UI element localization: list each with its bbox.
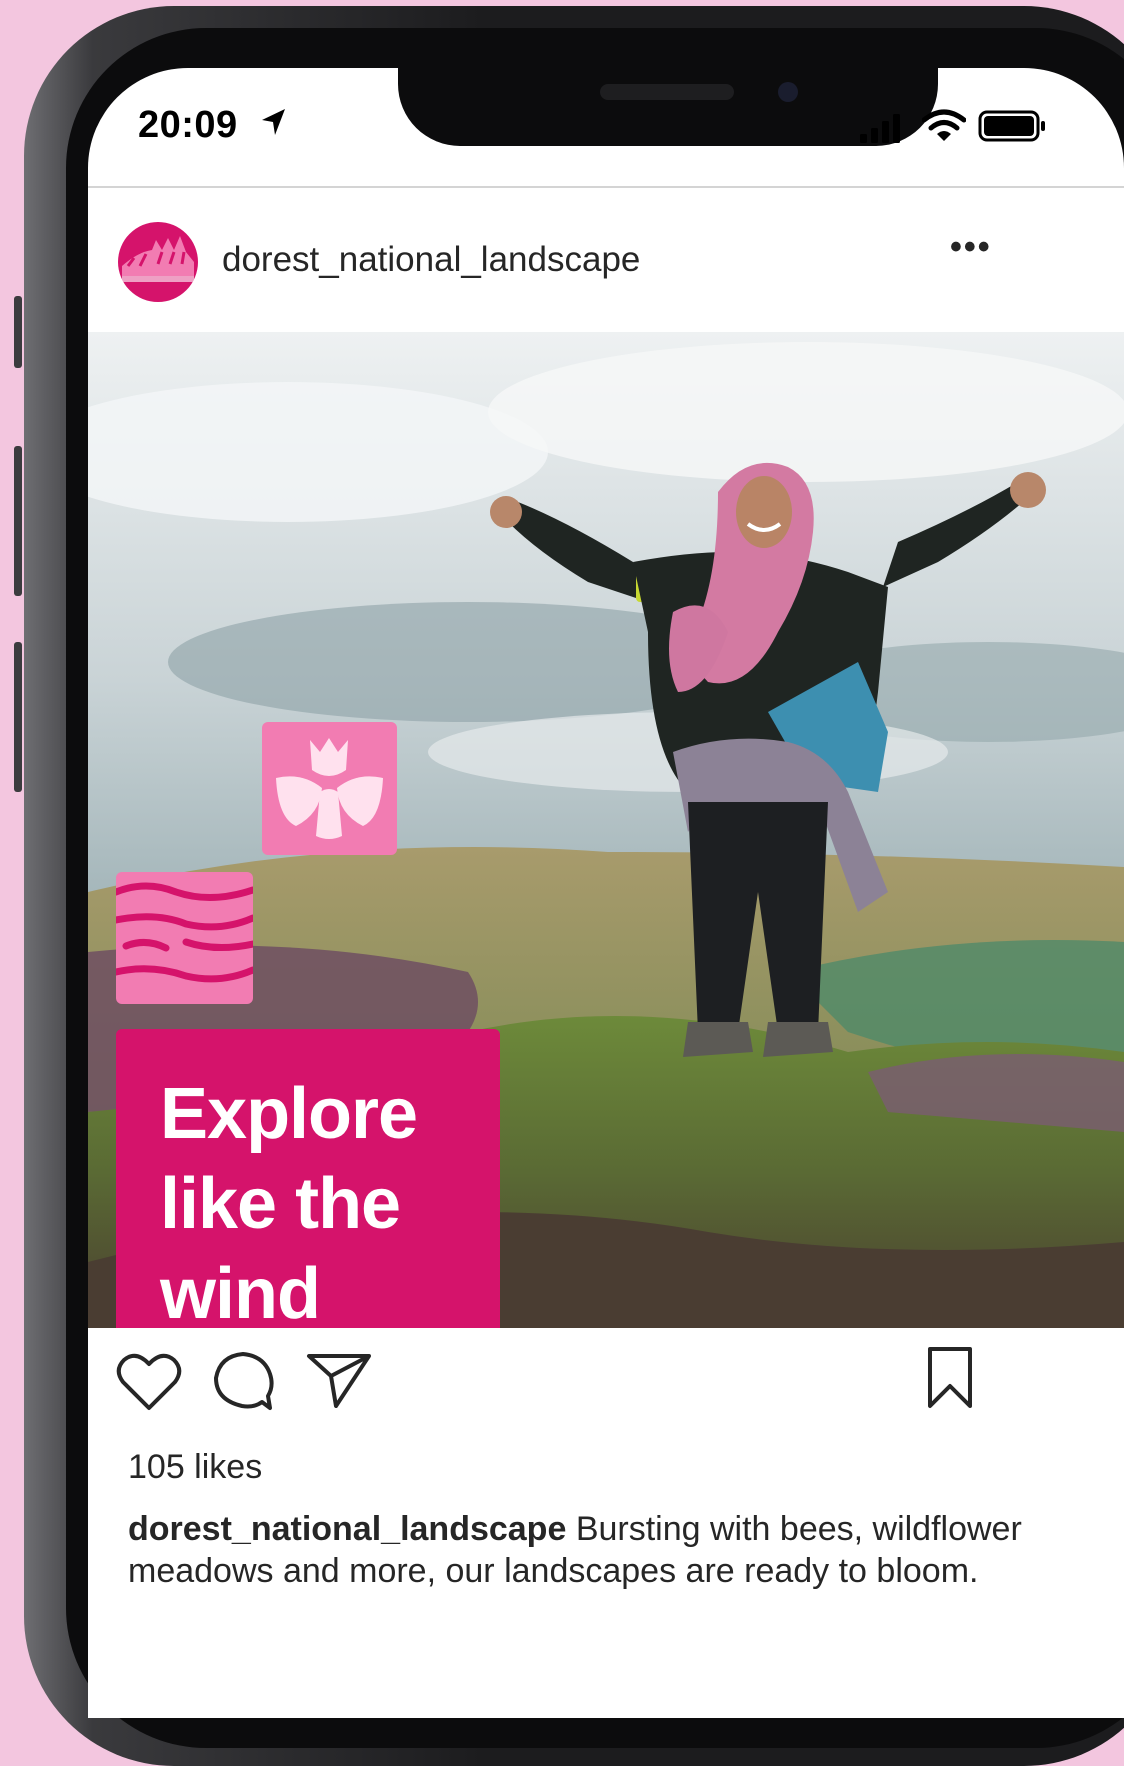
waves-icon [112,882,257,983]
post-image[interactable]: Explore like the wind [88,332,1124,1328]
battery-icon [978,110,1045,142]
likes-count[interactable]: 105 likes [128,1448,262,1487]
comment-icon[interactable] [212,1350,274,1412]
notch [398,68,938,146]
location-arrow-icon [262,109,285,135]
headline-line-2: like the [160,1164,401,1244]
headline-line-1: Explore [160,1074,418,1154]
flower-tile [262,722,397,855]
side-button-silent [14,296,22,368]
share-icon[interactable] [306,1352,372,1408]
side-button-volume-down [14,642,22,792]
more-options-icon[interactable]: ••• [950,228,992,267]
front-camera [778,82,798,102]
brand-logo-icon [122,236,194,282]
post-actions [88,1347,1124,1422]
headline-text: Explore like the wind [160,1069,418,1328]
bookmark-icon[interactable] [926,1346,974,1410]
header-divider [88,186,1124,188]
heart-icon[interactable] [116,1352,182,1412]
post-username[interactable]: dorest_national_landscape [222,240,640,280]
waves-tile [112,872,257,1004]
headline-card: Explore like the wind [116,1029,500,1328]
side-button-volume-up [14,446,22,596]
caption-username[interactable]: dorest_national_landscape [128,1510,566,1548]
profile-avatar[interactable] [118,222,198,302]
phone-screen: 20:09 dorest_national_landscape ••• Expl… [88,68,1124,1718]
wifi-icon [922,109,966,141]
headline-line-3: wind [160,1254,321,1328]
earpiece-speaker [600,84,734,100]
post-caption: dorest_national_landscape Bursting with … [128,1508,1028,1592]
cellular-signal-icon [860,114,900,143]
status-time: 20:09 [138,104,238,146]
flower-icon [276,738,383,839]
